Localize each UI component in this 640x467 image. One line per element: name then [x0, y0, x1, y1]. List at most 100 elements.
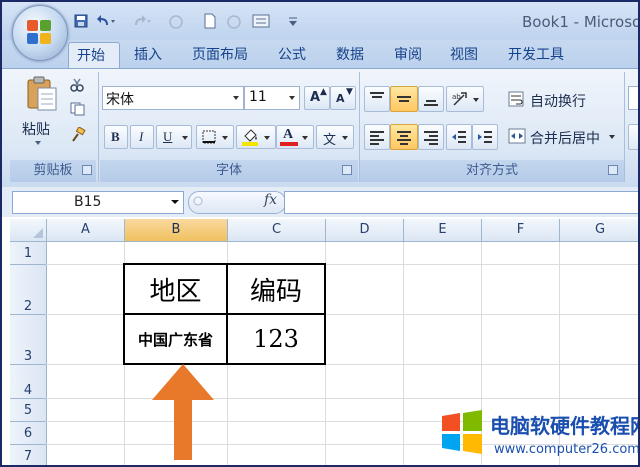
cell-b2[interactable]: 地区 — [124, 264, 227, 314]
font-name-dropdown-icon[interactable] — [232, 95, 240, 101]
row-header-3[interactable]: 3 — [10, 315, 47, 365]
column-header-f[interactable]: F — [482, 219, 560, 242]
form-icon[interactable] — [252, 14, 270, 28]
paste-dropdown-icon[interactable] — [34, 140, 42, 146]
annotation-arrow-icon — [152, 364, 214, 460]
copy-icon[interactable] — [70, 102, 86, 116]
align-top-button[interactable] — [364, 86, 390, 112]
select-all-triangle-icon — [33, 228, 43, 238]
row-header-6[interactable]: 6 — [10, 422, 47, 445]
row-header-2[interactable]: 2 — [10, 265, 47, 315]
svg-text:ab: ab — [452, 93, 461, 101]
wrap-text-icon — [508, 91, 524, 107]
windows-logo-icon — [442, 410, 482, 454]
alignment-group-label: 对齐方式 — [360, 160, 624, 182]
align-left-button[interactable] — [364, 124, 390, 150]
orientation-dropdown-icon[interactable] — [472, 97, 480, 103]
number-format-select[interactable] — [628, 86, 638, 110]
grow-font-button[interactable]: A ▲ — [304, 86, 330, 110]
paste-button[interactable]: 粘贴 — [22, 119, 50, 139]
alignment-launcher-icon[interactable] — [608, 165, 618, 175]
underline-button[interactable]: U — [156, 125, 192, 149]
circle-disabled-icon-2 — [227, 15, 241, 29]
align-center-button[interactable] — [390, 124, 418, 150]
font-color-button[interactable]: A — [276, 125, 314, 149]
align-bottom-button[interactable] — [418, 86, 444, 112]
row-header-7[interactable]: 7 — [10, 445, 47, 465]
cell-c3[interactable]: 123 — [227, 314, 325, 364]
column-header-a[interactable]: A — [47, 219, 125, 242]
align-left-icon — [370, 131, 384, 145]
fill-color-button[interactable] — [236, 125, 276, 149]
new-document-icon[interactable] — [204, 13, 216, 29]
column-header-d[interactable]: D — [326, 219, 404, 242]
font-size-value: 11 — [249, 89, 267, 105]
cut-icon[interactable] — [70, 78, 84, 92]
table-border — [226, 263, 228, 365]
font-name-value: 宋体 — [106, 92, 134, 108]
name-box-dropdown-icon[interactable] — [170, 199, 180, 205]
align-right-button[interactable] — [418, 124, 444, 150]
save-icon[interactable] — [74, 14, 88, 28]
column-header-b[interactable]: B — [125, 219, 228, 242]
decrease-indent-button[interactable] — [446, 124, 472, 150]
insert-function-button[interactable]: fx — [264, 192, 277, 208]
font-launcher-icon[interactable] — [342, 165, 352, 175]
row-header-4[interactable]: 4 — [10, 365, 47, 399]
merge-center-button[interactable]: 合并后居中 — [530, 128, 600, 148]
tab-formulas[interactable]: 公式 — [270, 42, 314, 68]
fill-bucket-icon — [242, 129, 258, 146]
fill-color-dropdown-icon[interactable] — [263, 135, 271, 141]
italic-button[interactable]: I — [130, 125, 154, 149]
borders-dropdown-icon[interactable] — [221, 135, 229, 141]
watermark-url: www.computer26.com — [494, 442, 640, 457]
row-header-1[interactable]: 1 — [10, 242, 47, 265]
customize-toolbar-icon[interactable] — [288, 16, 298, 28]
paste-icon[interactable] — [24, 76, 58, 112]
clipboard-launcher-icon[interactable] — [82, 165, 92, 175]
align-top-icon — [370, 92, 384, 98]
excel-window: Book1 - Microsoft Excel 开始 插入 页面布局 公式 数据… — [0, 0, 640, 467]
formula-input[interactable] — [284, 191, 638, 214]
shrink-font-button[interactable]: A ▼ — [330, 86, 356, 110]
wrap-text-button[interactable]: 自动换行 — [530, 91, 586, 111]
phonetic-guide-button[interactable]: 文 — [316, 125, 354, 149]
align-center-icon — [397, 131, 411, 145]
font-color-dropdown-icon[interactable] — [301, 135, 309, 141]
tab-review[interactable]: 审阅 — [386, 42, 430, 68]
borders-icon — [202, 130, 216, 144]
undo-icon[interactable] — [96, 14, 116, 28]
shrink-font-label: A — [336, 92, 345, 105]
row-header-5[interactable]: 5 — [10, 399, 47, 422]
merge-dropdown-icon[interactable] — [608, 134, 616, 140]
tab-home[interactable]: 开始 — [68, 42, 120, 69]
increase-indent-button[interactable] — [472, 124, 498, 150]
tab-insert[interactable]: 插入 — [126, 42, 170, 68]
tab-developer[interactable]: 开发工具 — [500, 42, 572, 68]
orientation-button[interactable]: ab — [446, 86, 484, 112]
decrease-indent-icon — [452, 131, 466, 143]
redo-icon[interactable] — [132, 14, 152, 28]
cell-b3[interactable]: 中国广东省 — [124, 314, 227, 364]
column-header-g[interactable]: G — [560, 219, 638, 242]
phonetic-dropdown-icon[interactable] — [341, 135, 349, 141]
font-size-dropdown-icon[interactable] — [288, 95, 296, 101]
italic-label: I — [139, 129, 144, 144]
borders-button[interactable] — [196, 125, 234, 149]
number-format-button[interactable] — [628, 124, 638, 150]
underline-dropdown-icon[interactable] — [181, 135, 189, 141]
office-button[interactable] — [12, 5, 68, 61]
tab-view[interactable]: 视图 — [442, 42, 486, 68]
tab-page-layout[interactable]: 页面布局 — [184, 42, 256, 68]
column-header-e[interactable]: E — [404, 219, 482, 242]
format-painter-icon[interactable] — [70, 127, 86, 143]
font-group-label: 字体 — [100, 160, 358, 182]
font-color-letter: A — [283, 127, 294, 142]
splitter-handle-icon[interactable] — [192, 194, 204, 208]
tab-data[interactable]: 数据 — [328, 42, 372, 68]
column-header-c[interactable]: C — [228, 219, 326, 242]
cell-c2[interactable]: 编码 — [227, 264, 325, 314]
align-middle-button[interactable] — [390, 86, 418, 112]
bold-button[interactable]: B — [104, 125, 128, 149]
select-all-button[interactable] — [10, 219, 47, 242]
